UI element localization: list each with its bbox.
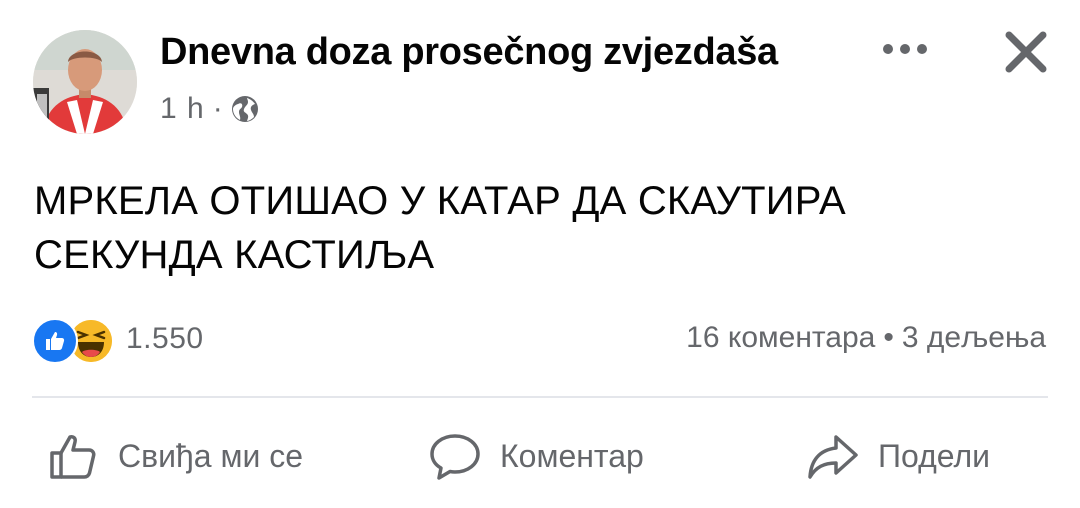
meta-separator: ·: [212, 92, 223, 125]
reactions-summary[interactable]: 1.550: [32, 316, 204, 364]
divider: [32, 396, 1048, 398]
thumbs-up-icon: [50, 435, 96, 479]
share-icon: [808, 435, 858, 479]
close-button[interactable]: [1000, 26, 1052, 78]
share-label: Подели: [878, 437, 991, 474]
globe-icon: [230, 94, 260, 124]
close-icon: [1005, 31, 1047, 73]
post-text-line: МРКЕЛА ОТИШАО У КАТАР ДА СКАУТИРА: [34, 179, 846, 223]
more-dots-icon: [883, 44, 927, 54]
share-button[interactable]: Подели: [806, 428, 990, 484]
comment-button[interactable]: Коментар: [428, 428, 644, 484]
like-label: Свиђа ми се: [118, 437, 304, 474]
like-button[interactable]: Свиђа ми се: [46, 428, 303, 484]
post-meta: 1 h ·: [160, 91, 260, 127]
comment-label: Коментар: [500, 437, 644, 474]
like-reaction-icon: [32, 318, 78, 364]
avatar[interactable]: [33, 30, 137, 134]
comments-count-link[interactable]: 16 коментара: [686, 321, 875, 354]
avatar-image: [33, 30, 137, 134]
post-text: МРКЕЛА ОТИШАО У КАТАР ДА СКАУТИРА СЕКУНД…: [34, 174, 1034, 282]
reaction-icons: [32, 316, 118, 364]
reaction-count: 1.550: [126, 322, 204, 355]
facebook-post: Dnevna doza prosečnog zvjezdaša 1 h · МР…: [0, 0, 1080, 508]
shares-count-link[interactable]: 3 дељења: [902, 321, 1046, 354]
post-text-line: СЕКУНДА КАСТИЉА: [34, 233, 435, 277]
page-name[interactable]: Dnevna doza prosečnog zvjezdaša: [160, 31, 778, 74]
post-stats: 16 коментара • 3 дељења: [686, 321, 1046, 355]
more-options-button[interactable]: [878, 34, 932, 64]
post-time[interactable]: 1 h: [160, 92, 205, 126]
comment-icon: [430, 434, 480, 480]
stats-separator: •: [883, 321, 894, 354]
